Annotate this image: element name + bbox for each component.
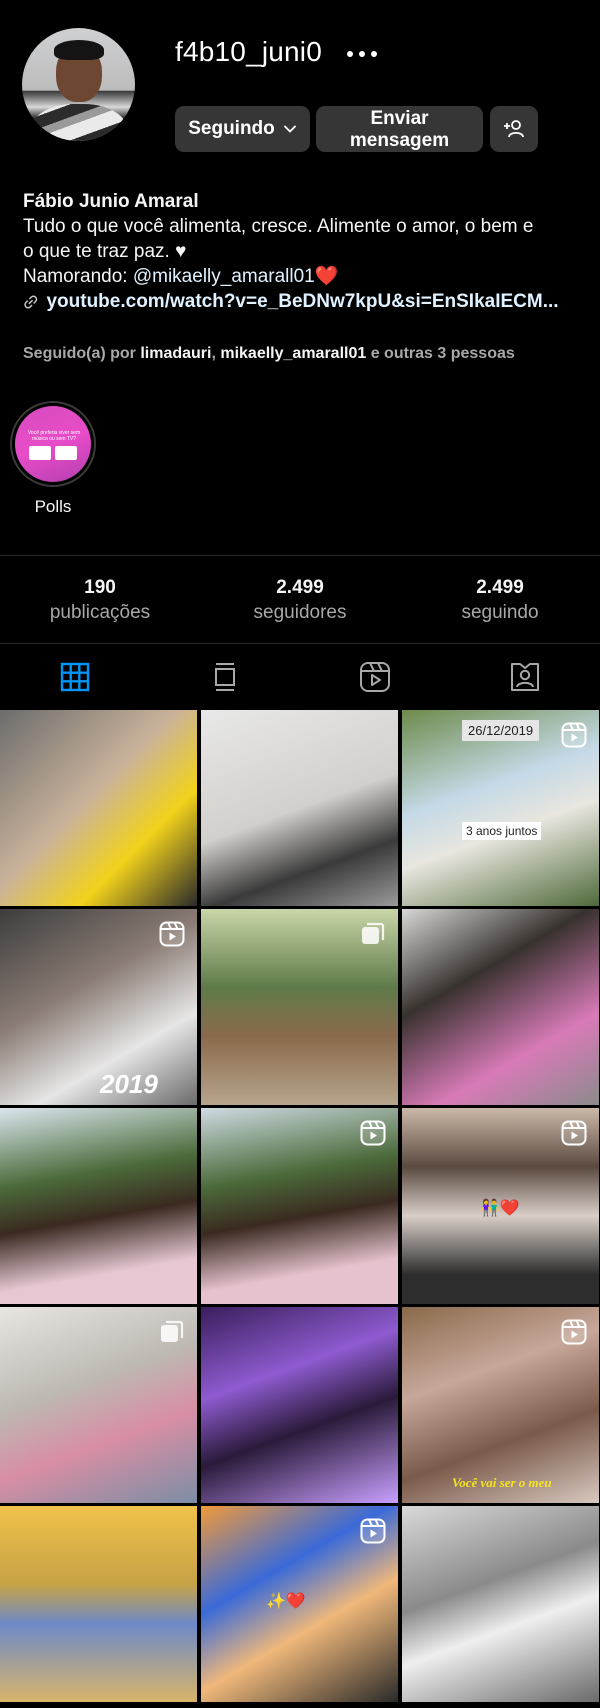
post-caption-text: 3 anos juntos [462, 822, 542, 840]
link-icon [24, 295, 38, 308]
add-person-icon [504, 120, 524, 138]
stat-posts-count: 190 [84, 577, 116, 598]
stat-following[interactable]: 2.499 seguindo [400, 577, 600, 624]
bio-external-link[interactable]: youtube.com/watch?v=e_BeDNw7kpU&si=EnSIk… [46, 289, 583, 314]
post-tile[interactable] [201, 1108, 398, 1304]
post-tile[interactable] [201, 909, 398, 1105]
following-button-label: Seguindo [188, 118, 275, 139]
tagged-icon [511, 663, 539, 691]
bio-line-1: Tudo o que você alimenta, cresce. Alimen… [23, 216, 534, 237]
avatar-shirt [30, 104, 128, 141]
feed-icon [215, 663, 235, 691]
stat-followers-count: 2.499 [276, 577, 324, 598]
profile-bio: Fábio Junio Amaral Tudo o que você alime… [23, 189, 583, 314]
reel-badge-icon [561, 1319, 587, 1345]
tab-tagged[interactable] [450, 652, 600, 702]
heart-emoji: ❤️ [314, 266, 339, 287]
bio-link-row[interactable]: youtube.com/watch?v=e_BeDNw7kpU&si=EnSIk… [23, 289, 583, 314]
tab-reels[interactable] [300, 652, 450, 702]
following-button[interactable]: Seguindo [175, 106, 310, 152]
stat-following-label: seguindo [461, 602, 539, 623]
tab-grid[interactable] [0, 652, 150, 702]
profile-avatar[interactable] [22, 28, 135, 141]
post-tile[interactable]: 👫❤️ [402, 1108, 599, 1304]
profile-display-name: Fábio Junio Amaral [23, 191, 199, 212]
stat-followers-label: seguidores [253, 602, 347, 623]
post-tile[interactable] [0, 1307, 197, 1503]
post-tile[interactable]: 2019 [0, 909, 197, 1105]
followed-prefix: Seguido(a) por [23, 345, 141, 362]
stat-following-count: 2.499 [476, 577, 524, 598]
highlight-option-music [29, 446, 51, 460]
reel-badge-icon [561, 722, 587, 748]
stats-divider-bottom [0, 643, 600, 644]
carousel-badge-icon [362, 922, 385, 944]
post-tile[interactable] [402, 1506, 599, 1702]
post-tile[interactable] [0, 1506, 197, 1702]
bio-dating-line: Namorando: @mikaelly_amarall01❤️ [23, 264, 583, 289]
post-caption-italic: Você vai ser o meu [452, 1475, 552, 1490]
grid-icon [60, 662, 90, 692]
send-message-line1: Enviar [370, 108, 429, 129]
reel-badge-icon [360, 1518, 386, 1544]
stat-followers[interactable]: 2.499 seguidores [200, 577, 400, 624]
post-tile[interactable]: 26/12/2019 3 anos juntos [402, 710, 599, 906]
reel-badge-icon [561, 1120, 587, 1146]
post-tile[interactable]: Você vai ser o meu [402, 1307, 599, 1503]
stats-divider-top [0, 555, 600, 556]
story-highlight-polls[interactable]: Você preferia viver sem música ou sem TV… [10, 401, 96, 487]
highlight-cover-text: Você preferia viver sem música ou sem TV… [27, 430, 81, 442]
more-options-icon[interactable] [345, 42, 385, 66]
send-message-line2: mensagem [349, 130, 450, 151]
post-tile[interactable] [201, 1307, 398, 1503]
stat-posts-label: publicações [49, 602, 151, 623]
highlight-option-tv [55, 446, 77, 460]
post-caption-year: 2019 [100, 1069, 158, 1099]
reels-icon [360, 662, 390, 692]
bio-line-2: o que te traz paz. ♥ [23, 241, 187, 262]
avatar-hair [54, 40, 104, 60]
post-caption-emoji: 👫❤️ [480, 1200, 520, 1217]
followed-user-2[interactable]: mikaelly_amarall01 [220, 345, 366, 362]
post-tile[interactable] [402, 909, 599, 1105]
suggest-people-button[interactable] [490, 106, 538, 152]
reel-badge-icon [360, 1120, 386, 1146]
tab-feed[interactable] [150, 652, 300, 702]
followed-user-1[interactable]: limadauri [140, 345, 211, 362]
dating-prefix: Namorando: [23, 266, 133, 287]
dating-mention-link[interactable]: @mikaelly_amarall01 [133, 266, 315, 287]
stat-posts: 190 publicações [0, 577, 200, 624]
send-message-button[interactable]: Enviar mensagem [316, 106, 483, 152]
profile-username: f4b10_juni0 [175, 36, 322, 67]
reel-badge-icon [159, 921, 185, 947]
post-caption-date: 26/12/2019 [462, 720, 540, 741]
followed-suffix: e outras 3 pessoas [366, 345, 515, 362]
post-tile[interactable]: ✨❤️ [201, 1506, 398, 1702]
highlight-label: Polls [34, 497, 72, 516]
carousel-badge-icon [161, 1320, 184, 1342]
chevron-down-icon [283, 125, 296, 133]
post-tile[interactable] [201, 710, 398, 906]
post-tile[interactable] [0, 1108, 197, 1304]
followed-by-text[interactable]: Seguido(a) por limadauri, mikaelly_amara… [23, 345, 515, 363]
post-tile[interactable] [0, 710, 197, 906]
highlight-cover: Você preferia viver sem música ou sem TV… [15, 406, 91, 482]
post-caption-emoji: ✨❤️ [266, 1593, 306, 1610]
